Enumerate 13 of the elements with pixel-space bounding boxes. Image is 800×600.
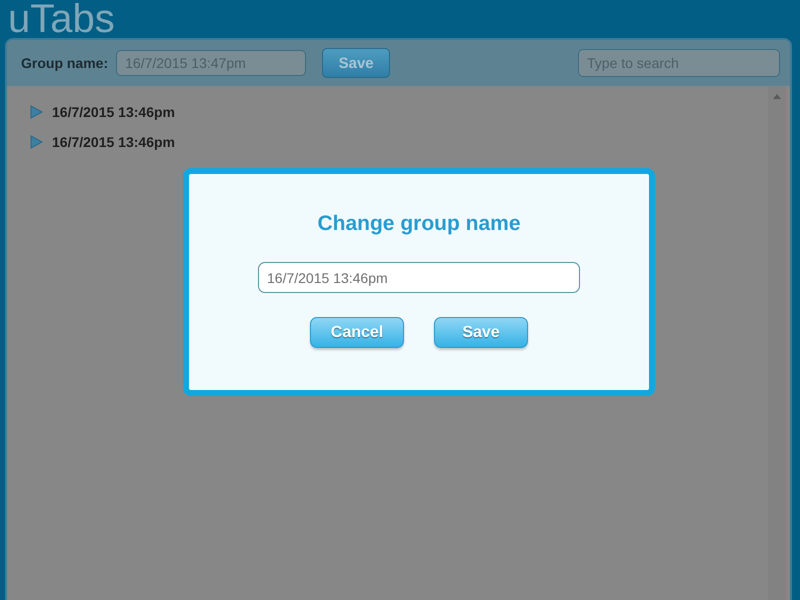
scrollbar[interactable] (768, 86, 786, 600)
expand-triangle-icon[interactable] (29, 105, 43, 119)
save-button[interactable]: Save (322, 48, 390, 78)
expand-triangle-icon[interactable] (29, 135, 43, 149)
cancel-button[interactable]: Cancel (310, 317, 404, 348)
group-name-input[interactable]: 16/7/2015 13:46pm (258, 262, 580, 293)
group-title[interactable]: 16/7/2015 13:46pm (52, 134, 175, 150)
scroll-up-arrow-icon[interactable] (773, 94, 781, 99)
app-title: uTabs (8, 0, 115, 38)
dialog-title: Change group name (317, 212, 521, 236)
group-name-label: Group name: (21, 55, 108, 71)
save-button[interactable]: Save (434, 317, 528, 348)
group-title[interactable]: 16/7/2015 13:46pm (52, 104, 175, 120)
